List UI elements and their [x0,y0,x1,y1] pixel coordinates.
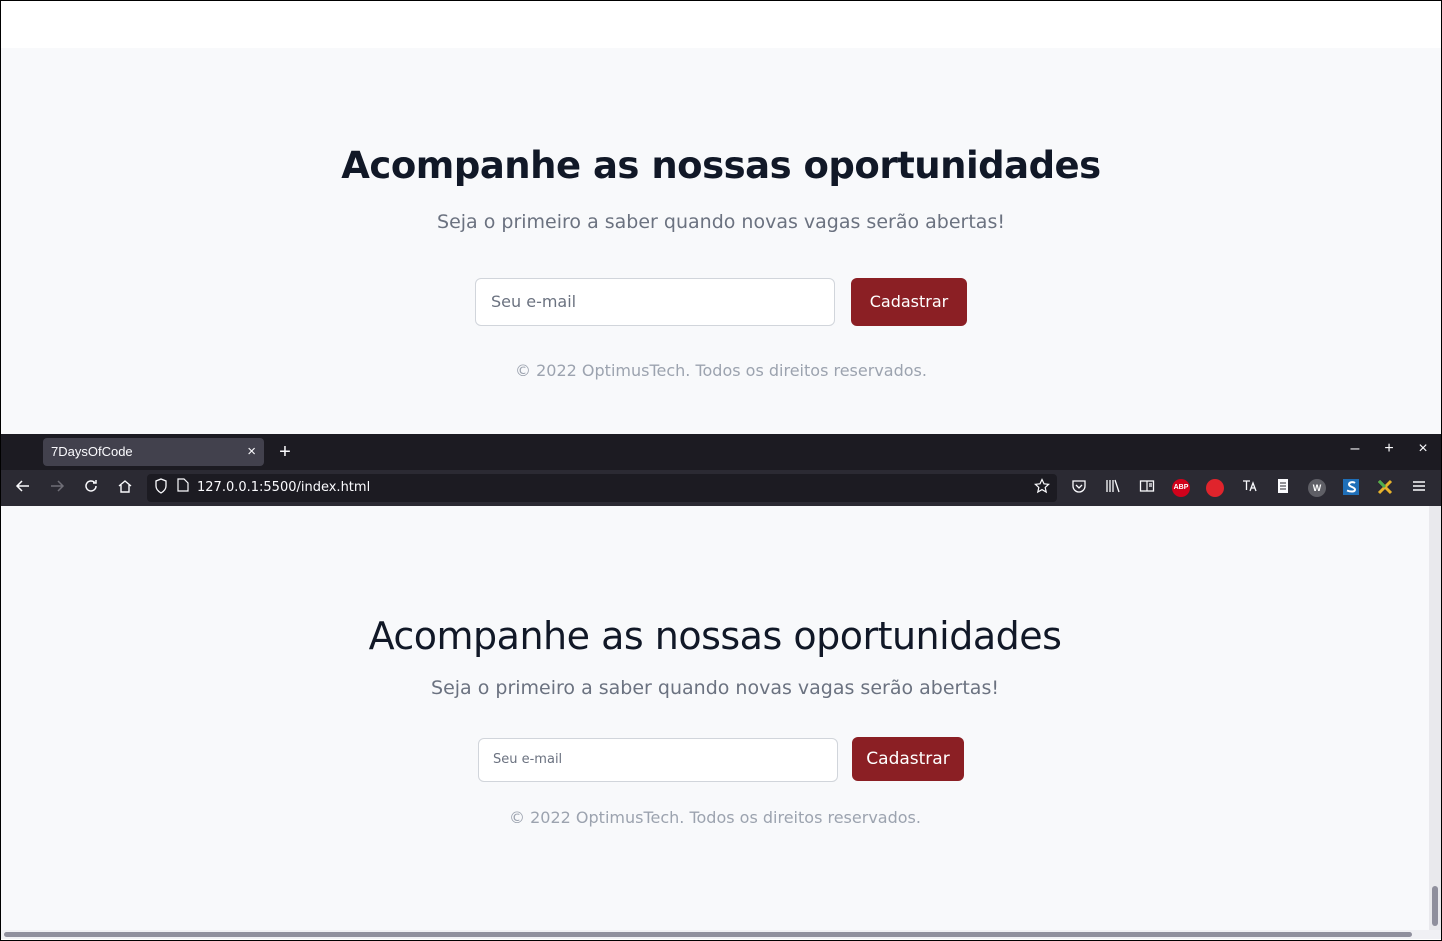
page-subtitle: Seja o primeiro a saber quando novas vag… [431,677,999,699]
new-tab-icon[interactable]: + [276,438,294,466]
design-copyright: © 2022 OptimusTech. Todos os direitos re… [515,361,927,380]
page-icon [173,478,193,498]
tab-title: 7DaysOfCode [51,444,133,459]
home-icon[interactable] [115,478,135,498]
top-blank-area [1,1,1441,48]
design-subtitle: Seja o primeiro a saber quando novas vag… [437,211,1005,233]
shield-icon[interactable] [151,478,171,498]
tools-extension-icon[interactable] [1375,478,1395,498]
sidebar-icon[interactable] [1137,478,1157,498]
tab-7daysofcode[interactable]: 7DaysOfCode × [43,438,264,466]
translate-icon[interactable] [1239,478,1259,498]
url-bar[interactable]: 127.0.0.1:5500/index.html [147,474,1057,502]
menu-icon[interactable] [1409,478,1429,498]
horizontal-scrollbar[interactable] [1,930,1441,939]
browser-tab-bar: 7DaysOfCode × + – + × [1,434,1441,470]
notes-icon[interactable] [1273,478,1293,498]
copyright-text: © 2022 OptimusTech. Todos os direitos re… [509,808,921,827]
page-viewport: Acompanhe as nossas oportunidades Seja o… [1,506,1429,930]
design-title: Acompanhe as nossas oportunidades [341,144,1101,187]
wappalyzer-icon[interactable]: W [1308,479,1326,497]
maximize-icon[interactable]: + [1379,440,1399,458]
s-extension-icon[interactable] [1341,478,1361,498]
pocket-icon[interactable] [1069,478,1089,498]
horizontal-scroll-thumb[interactable] [4,932,1412,937]
library-icon[interactable] [1103,478,1123,498]
tab-close-icon[interactable]: × [247,438,256,466]
design-cadastrar-button[interactable]: Cadastrar [851,278,967,326]
cadastrar-button[interactable]: Cadastrar [852,737,964,781]
adblock-plus-icon[interactable]: ABP [1172,479,1190,497]
reload-icon[interactable] [81,478,101,498]
window-close-icon[interactable]: × [1413,440,1433,458]
design-preview-section: Acompanhe as nossas oportunidades Seja o… [1,48,1441,434]
design-email-input[interactable]: Seu e-mail [475,278,835,326]
browser-nav-bar: 127.0.0.1:5500/index.html ABP W [1,470,1441,506]
vertical-scrollbar[interactable] [1429,506,1441,930]
url-text[interactable]: 127.0.0.1:5500/index.html [197,474,370,502]
bookmark-star-icon[interactable] [1032,478,1052,498]
minimize-icon[interactable]: – [1345,440,1365,458]
email-input[interactable]: Seu e-mail [478,738,838,782]
page-title: Acompanhe as nossas oportunidades [368,614,1062,658]
email-placeholder: Seu e-mail [493,752,563,767]
tomato-timer-icon[interactable] [1206,479,1224,497]
forward-icon[interactable] [47,478,67,498]
vertical-scroll-thumb[interactable] [1432,886,1438,926]
back-icon[interactable] [13,478,33,498]
